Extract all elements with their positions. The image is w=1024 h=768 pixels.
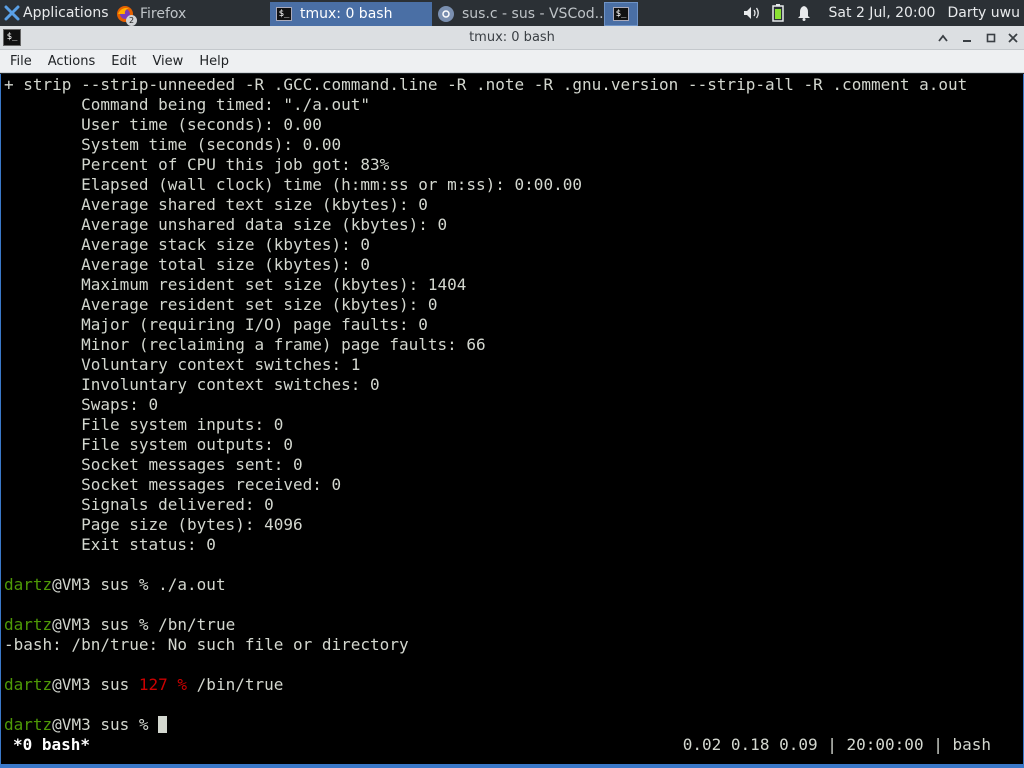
time-stat-line: Signals delivered: 0 (4, 495, 274, 514)
taskbar-vscode[interactable]: sus.c - sus - VSCod... (432, 2, 604, 26)
window-minimize-button[interactable] (958, 29, 976, 47)
menu-edit[interactable]: Edit (103, 50, 144, 73)
window-titlebar[interactable]: $_ tmux: 0 bash (0, 26, 1024, 50)
prompt-symbol: % (138, 615, 159, 634)
system-tray: Sat 2 Jul, 20:00 Darty uwu (739, 0, 1024, 26)
time-stat-line: Average shared text size (kbytes): 0 (4, 195, 428, 214)
time-stat-line: Average total size (kbytes): 0 (4, 255, 371, 274)
maximize-icon (986, 33, 996, 43)
prompt-user: dartz (4, 575, 53, 594)
window-shade-button[interactable] (934, 29, 952, 47)
menu-help[interactable]: Help (191, 50, 237, 73)
time-stat-line: Socket messages received: 0 (4, 475, 342, 494)
time-stat-line: Average stack size (kbytes): 0 (4, 235, 371, 254)
time-stat-line: Percent of CPU this job got: 83% (4, 155, 390, 174)
tmux-status-right: 0.02 0.18 0.09 | 20:00:00 | bash (682, 735, 991, 754)
prompt-line: dartz@VM3 sus 127 % /bin/true (4, 675, 283, 695)
time-stat-line: User time (seconds): 0.00 (4, 115, 322, 134)
battery-icon[interactable] (767, 3, 789, 23)
time-stat-line: Voluntary context switches: 1 (4, 355, 361, 374)
menu-file[interactable]: File (0, 50, 40, 73)
prompt-host: @VM3 sus (52, 615, 139, 634)
terminal-area[interactable]: + strip --strip-unneeded -R .GCC.command… (0, 74, 1024, 764)
window-close-button[interactable] (1004, 29, 1022, 47)
terminal-icon: $_ (276, 6, 292, 21)
taskbar-firefox-label: Firefox (140, 5, 187, 22)
window-bottom-border (0, 764, 1024, 768)
time-stat-line: Average resident set size (kbytes): 0 (4, 295, 438, 314)
firefox-window-count-badge: 2 (126, 14, 137, 26)
prompt-exit-code: 127 (138, 675, 178, 694)
prompt-line: dartz@VM3 sus % /bn/true (4, 615, 235, 635)
time-stat-line: Command being timed: "./a.out" (4, 95, 371, 114)
minimize-icon (963, 40, 971, 42)
prompt-line-current: dartz@VM3 sus % (4, 715, 168, 735)
menu-actions[interactable]: Actions (40, 50, 104, 73)
time-stat-line: Swaps: 0 (4, 395, 159, 414)
vscode-icon (438, 5, 454, 22)
prompt-command: ./a.out (158, 575, 226, 594)
prompt-command: /bin/true (196, 675, 284, 694)
volume-icon[interactable] (741, 3, 763, 23)
time-stat-line: Elapsed (wall clock) time (h:mm:ss or m:… (4, 175, 582, 194)
taskbar-tmux[interactable]: $_ tmux: 0 bash (270, 1, 432, 26)
taskbar-tmux-label: tmux: 0 bash (300, 5, 393, 22)
prompt-user: dartz (4, 615, 53, 634)
prompt-user: dartz (4, 675, 53, 694)
time-stat-line: File system inputs: 0 (4, 415, 284, 434)
prompt-symbol: % (138, 715, 159, 734)
prompt-line: dartz@VM3 sus % ./a.out (4, 575, 226, 595)
prompt-host: @VM3 sus (52, 575, 139, 594)
applications-label: Applications (23, 5, 109, 21)
time-stat-line: Major (requiring I/O) page faults: 0 (4, 315, 428, 334)
prompt-symbol: % (138, 575, 159, 594)
terminal-icon: $_ (613, 6, 629, 21)
time-stat-line: File system outputs: 0 (4, 435, 293, 454)
window-title: tmux: 0 bash (469, 30, 555, 45)
time-stat-line: System time (seconds): 0.00 (4, 135, 342, 154)
prompt-user: dartz (4, 715, 53, 734)
prompt-host: @VM3 sus (52, 675, 139, 694)
time-stat-line: Maximum resident set size (kbytes): 1404 (4, 275, 467, 294)
top-panel: Applications ≡ 2 Firefox $_ tmux: 0 bash… (0, 0, 1024, 26)
taskbar-terminal-launcher[interactable]: $_ (604, 1, 638, 26)
panel-clock[interactable]: Sat 2 Jul, 20:00 (829, 5, 936, 21)
prompt-command: /bn/true (158, 615, 236, 634)
time-stat-line: Socket messages sent: 0 (4, 455, 303, 474)
menu-view[interactable]: View (144, 50, 191, 73)
time-stat-line: Page size (bytes): 4096 (4, 515, 303, 534)
time-stat-line: Minor (reclaiming a frame) page faults: … (4, 335, 486, 354)
firefox-icon: 2 (116, 5, 137, 26)
time-stat-line: Exit status: 0 (4, 535, 216, 554)
taskbar-vscode-label: sus.c - sus - VSCod... (462, 5, 604, 22)
panel-user-name[interactable]: Darty uwu (947, 5, 1020, 21)
time-stat-line: Average unshared data size (kbytes): 0 (4, 215, 448, 234)
close-icon (1008, 33, 1018, 43)
applications-menu-button[interactable]: Applications ≡ (0, 0, 110, 26)
window-maximize-button[interactable] (982, 29, 1000, 47)
terminal-cursor (158, 716, 168, 733)
xfce-logo-icon (4, 5, 20, 21)
error-output-line: -bash: /bn/true: No such file or directo… (4, 635, 409, 654)
taskbar-firefox[interactable]: 2 Firefox (110, 2, 270, 26)
time-stat-line: Involuntary context switches: 0 (4, 375, 380, 394)
notification-bell-icon[interactable] (793, 3, 815, 23)
prompt-symbol: % (177, 675, 197, 694)
prompt-host: @VM3 sus (52, 715, 139, 734)
chevron-up-icon (938, 34, 948, 42)
tmux-window-list[interactable]: *0 bash* (13, 735, 90, 755)
menu-bar: File Actions Edit View Help (0, 50, 1024, 73)
terminal-command-line: + strip --strip-unneeded -R .GCC.command… (4, 75, 968, 94)
